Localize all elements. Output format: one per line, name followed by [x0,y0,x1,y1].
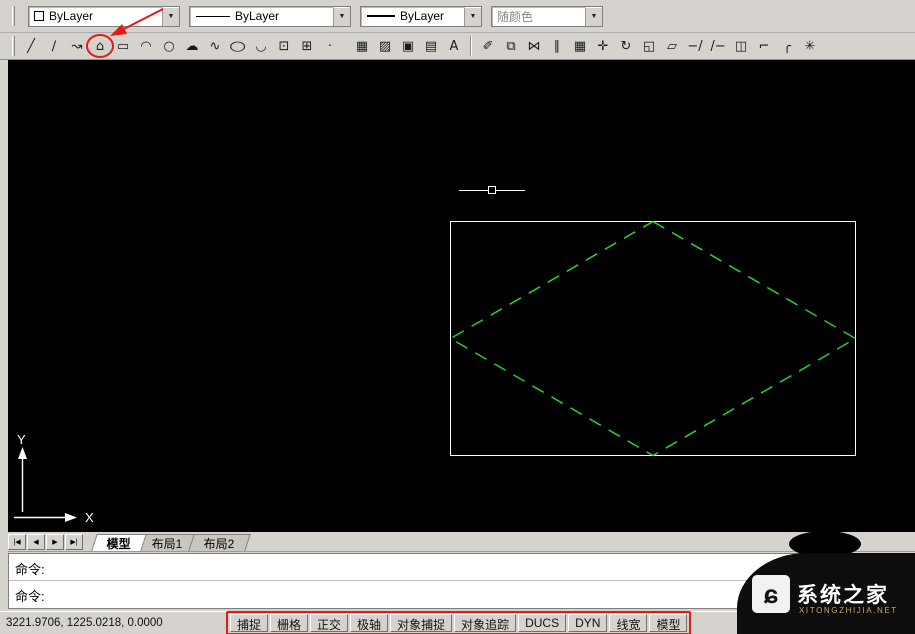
ellipse-arc-icon[interactable]: ◡ [250,35,272,57]
toolbar-grip[interactable] [12,6,15,26]
lwt-toggle[interactable]: 线宽 [609,614,647,632]
tab-layout2[interactable]: 布局2 [188,534,250,551]
chevron-down-icon[interactable]: ▼ [464,7,481,26]
hatch-icon[interactable]: ▦ [351,35,373,57]
tab-nav-prev[interactable]: ◀ [27,534,45,550]
lineweight-combo-value: ByLayer [395,9,464,23]
chevron-down-icon[interactable]: ▼ [333,7,350,26]
polar-toggle[interactable]: 极轴 [350,614,388,632]
linetype-combo-value: ByLayer [230,9,333,23]
mirror-icon[interactable]: ⋈ [523,35,545,57]
circle-icon[interactable]: ○ [158,35,180,57]
watermark: ɕ 系统之家 XITONGZHIJIA.NET [737,553,915,634]
line-icon[interactable]: ╱ [20,35,42,57]
copy-icon[interactable]: ⧉ [500,35,522,57]
offset-icon[interactable]: ∥ [546,35,568,57]
polygon-icon[interactable]: ⌂ [89,35,111,57]
region-icon[interactable]: ▣ [397,35,419,57]
viewport-rectangle [451,222,856,456]
ucs-icon: Y X [14,432,94,525]
toolbar-separator [470,36,472,56]
move-icon[interactable]: ✛ [592,35,614,57]
ellipse-glyph: ○ [229,40,246,53]
ortho-toggle[interactable]: 正交 [310,614,348,632]
model-toggle[interactable]: 模型 [649,614,687,632]
chevron-down-icon[interactable]: ▼ [162,7,179,26]
dashed-diamond [451,222,856,456]
layout-tabbar: |◀ ◀ ▶ ▶| 模型 布局1 布局2 [8,532,915,552]
insert-block-icon[interactable]: ⊡ [273,35,295,57]
dyn-toggle[interactable]: DYN [568,614,607,632]
lineweight-sample [367,15,395,17]
chevron-down-icon: ▼ [585,7,602,26]
trim-icon[interactable]: −/ [684,35,706,57]
tab-model[interactable]: 模型 [91,534,147,551]
linetype-combo[interactable]: ByLayer ▼ [189,6,351,27]
toolbar-grip[interactable] [12,36,15,56]
properties-toolbar: ByLayer ▼ ByLayer ▼ ByLayer ▼ 随颜色 ▼ [0,0,915,33]
fillet-icon[interactable]: ╭ [776,35,798,57]
break-icon[interactable]: ◫ [730,35,752,57]
scale-icon[interactable]: ◱ [638,35,660,57]
ducs-toggle[interactable]: DUCS [518,614,566,632]
linetype-sample [196,16,230,17]
draw-modify-toolbar: ╱ ∕ ↝ ⌂ ▭ ◠ ○ ☁ ∿ ○ ◡ ⊡ ⊞ · ▦ ▨ ▣ ▤ A ✐ … [0,33,915,60]
coordinate-readout[interactable]: 3221.9706, 1225.0218, 0.0000 [6,617,194,629]
grid-toggle[interactable]: 栅格 [270,614,308,632]
explode-icon[interactable]: ✳ [799,35,821,57]
lineweight-combo[interactable]: ByLayer ▼ [360,6,482,27]
status-toggle-group: 捕捉 栅格 正交 极轴 对象捕捉 对象追踪 DUCS DYN 线宽 模型 [226,611,691,634]
autocad-window: ByLayer ▼ ByLayer ▼ ByLayer ▼ 随颜色 ▼ ╱ ∕ … [0,0,915,634]
table-icon[interactable]: ▤ [420,35,442,57]
ucs-y-label: Y [17,432,26,447]
stretch-icon[interactable]: ▱ [661,35,683,57]
chamfer-icon[interactable]: ⌐ [753,35,775,57]
color-combo-value: ByLayer [44,9,162,23]
polyline-icon[interactable]: ↝ [66,35,88,57]
watermark-logo: ɕ [752,575,790,613]
text-icon[interactable]: A [443,35,465,57]
tab-nav-last[interactable]: ▶| [65,534,83,550]
color-swatch [34,11,44,21]
make-block-icon[interactable]: ⊞ [296,35,318,57]
spline-icon[interactable]: ∿ [204,35,226,57]
ucs-x-label: X [85,510,94,525]
crosshair [459,187,525,194]
ellipse-icon[interactable]: ○ [227,35,249,57]
construction-line-icon[interactable]: ∕ [43,35,65,57]
tab-layout1-label: 布局1 [152,535,183,552]
tab-nav-first[interactable]: |◀ [8,534,26,550]
plotstyle-combo: 随颜色 ▼ [491,6,603,27]
otrack-toggle[interactable]: 对象追踪 [454,614,516,632]
watermark-title: 系统之家 [797,579,889,609]
tab-layout2-label: 布局2 [204,535,235,552]
tab-nav-next[interactable]: ▶ [46,534,64,550]
point-icon[interactable]: · [319,35,341,57]
erase-icon[interactable]: ✐ [477,35,499,57]
revision-cloud-icon[interactable]: ☁ [181,35,203,57]
rotate-icon[interactable]: ↻ [615,35,637,57]
gradient-icon[interactable]: ▨ [374,35,396,57]
watermark-subtitle: XITONGZHIJIA.NET [799,606,898,615]
tab-model-label: 模型 [107,535,131,552]
arc-icon[interactable]: ◠ [135,35,157,57]
plotstyle-combo-value: 随颜色 [492,8,585,25]
drawing-canvas[interactable]: Y X [8,60,915,532]
color-combo[interactable]: ByLayer ▼ [28,6,180,27]
extend-icon[interactable]: /− [707,35,729,57]
rectangle-icon[interactable]: ▭ [112,35,134,57]
snap-toggle[interactable]: 捕捉 [230,614,268,632]
array-icon[interactable]: ▦ [569,35,591,57]
osnap-toggle[interactable]: 对象捕捉 [390,614,452,632]
